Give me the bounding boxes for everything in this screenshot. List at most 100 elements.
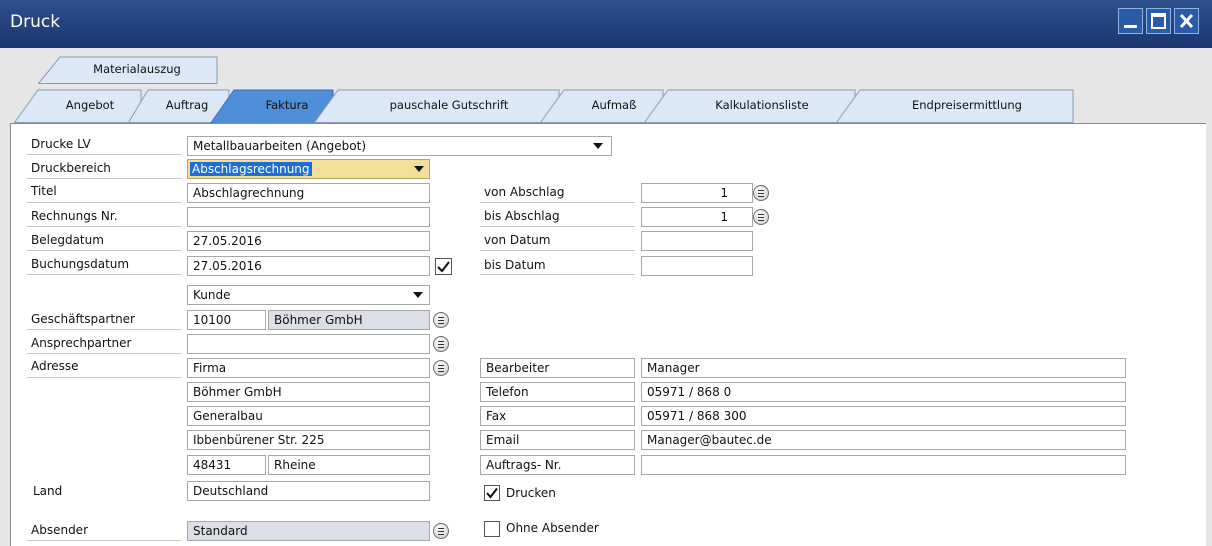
label-row: Buchungsdatum: [27, 254, 182, 275]
maximize-button[interactable]: [1146, 8, 1171, 34]
druckbereich-value: Abschlagsrechnung: [190, 162, 312, 176]
window-title: Druck: [10, 12, 61, 32]
tab-label: Aufmaß: [591, 98, 637, 112]
label-row: von Abschlag: [480, 182, 635, 203]
bearbeiter-label: Bearbeiter: [480, 358, 635, 378]
bis-datum-label: bis Datum: [484, 258, 546, 272]
partner-code-field[interactable]: 10100: [187, 310, 266, 330]
buchungsdatum-field[interactable]: 27.05.2016: [187, 256, 430, 276]
drucke-lv-value: Metallbauarbeiten (Angebot): [193, 139, 367, 153]
adresse-line4-field[interactable]: Ibbenbürener Str. 225: [187, 430, 430, 450]
partner-type-select[interactable]: Kunde: [187, 285, 430, 305]
tab-label: Kalkulationsliste: [715, 98, 809, 112]
tab-label: Endpreisermittlung: [912, 98, 1022, 112]
partner-type-value: Kunde: [193, 288, 231, 302]
label-row: Druckbereich: [27, 158, 182, 179]
tab-label: Angebot: [65, 98, 115, 112]
label-row: bis Datum: [480, 254, 635, 275]
maximize-icon: [1151, 13, 1166, 29]
titel-field[interactable]: Abschlagrechnung: [187, 183, 430, 203]
buchungsdatum-checkbox[interactable]: [435, 258, 452, 275]
label-row: Belegdatum: [27, 230, 182, 251]
ansprechpartner-label: Ansprechpartner: [31, 336, 132, 350]
tab-label: Faktura: [265, 98, 309, 112]
absender-field: Standard: [187, 521, 430, 541]
rechnungs-nr-field[interactable]: [187, 207, 430, 227]
fax-field[interactable]: 05971 / 868 300: [641, 406, 1126, 426]
druckbereich-select[interactable]: Abschlagsrechnung: [187, 159, 430, 179]
tab-label: pauschale Gutschrift: [389, 98, 509, 112]
tab-pauschale-gutschrift[interactable]: pauschale Gutschrift: [314, 89, 560, 123]
rechnungs-nr-label: Rechnungs Nr.: [31, 209, 118, 223]
drucke-lv-select[interactable]: Metallbauarbeiten (Angebot): [187, 136, 612, 156]
tab-label: Materialauszug: [93, 62, 181, 76]
plz-field[interactable]: 48431: [187, 455, 266, 475]
bis-datum-field[interactable]: [641, 256, 753, 276]
druckbereich-label: Druckbereich: [31, 161, 111, 175]
adresse-line2-field[interactable]: Böhmer GmbH: [187, 382, 430, 402]
separator: [27, 540, 182, 541]
close-button[interactable]: [1174, 8, 1199, 34]
checkmark-icon: [437, 261, 450, 273]
buchungsdatum-label: Buchungsdatum: [31, 257, 130, 271]
label-row: Geschäftspartner: [27, 309, 182, 330]
adresse-label: Adresse: [31, 359, 79, 373]
lookup-icon[interactable]: [433, 336, 449, 352]
adresse-line3-field[interactable]: Generalbau: [187, 406, 430, 426]
lookup-icon[interactable]: [753, 209, 769, 225]
dropdown-arrow-icon: [413, 292, 423, 298]
ort-field[interactable]: Rheine: [268, 455, 430, 475]
minimize-button[interactable]: [1118, 8, 1143, 34]
bearbeiter-field[interactable]: Manager: [641, 358, 1126, 378]
bis-abschlag-field[interactable]: 1: [641, 207, 753, 227]
label-row: Rechnungs Nr.: [27, 206, 182, 227]
email-label: Email: [480, 430, 635, 450]
tab-angebot[interactable]: Angebot: [14, 89, 142, 123]
ansprechpartner-field[interactable]: [187, 334, 430, 354]
auftrags-nr-field[interactable]: [641, 455, 1126, 475]
minimize-icon: [1124, 25, 1137, 28]
telefon-label: Telefon: [480, 382, 635, 402]
von-datum-label: von Datum: [484, 233, 551, 247]
lookup-icon[interactable]: [433, 312, 449, 328]
absender-label: Absender: [31, 523, 88, 537]
tab-endpreisermittlung[interactable]: Endpreisermittlung: [836, 89, 1074, 123]
von-datum-field[interactable]: [641, 231, 753, 251]
tab-kalkulationsliste[interactable]: Kalkulationsliste: [644, 89, 856, 123]
email-field[interactable]: Manager@bautec.de: [641, 430, 1126, 450]
belegdatum-field[interactable]: 27.05.2016: [187, 231, 430, 251]
checkmark-icon: [486, 487, 498, 499]
label-row: Adresse: [27, 357, 182, 378]
lookup-icon[interactable]: [433, 360, 449, 376]
window-titlebar: Druck: [0, 0, 1212, 48]
label-row: Titel: [27, 182, 182, 203]
fax-label: Fax: [480, 406, 635, 426]
lookup-icon[interactable]: [753, 185, 769, 201]
tab-label: Auftrag: [165, 98, 209, 112]
dropdown-arrow-icon: [414, 166, 424, 172]
ohne-absender-label: Ohne Absender: [506, 521, 599, 535]
tab-materialauszug[interactable]: Materialauszug: [38, 56, 218, 84]
label-row: Drucke LV: [27, 134, 182, 155]
land-field[interactable]: Deutschland: [187, 481, 430, 501]
label-row: von Datum: [480, 230, 635, 251]
bis-abschlag-label: bis Abschlag: [484, 209, 560, 223]
von-abschlag-label: von Abschlag: [484, 185, 565, 199]
partner-name-field: Böhmer GmbH: [268, 310, 430, 330]
dropdown-arrow-icon: [593, 143, 603, 149]
titel-label: Titel: [31, 184, 57, 198]
drucken-label: Drucken: [506, 486, 556, 500]
drucken-checkbox[interactable]: [484, 485, 500, 501]
von-abschlag-field[interactable]: 1: [641, 183, 753, 203]
ohne-absender-checkbox[interactable]: [484, 521, 500, 537]
label-row: bis Abschlag: [480, 206, 635, 227]
label-row: Ansprechpartner: [27, 333, 182, 354]
close-icon: [1179, 13, 1194, 29]
auftrags-nr-label: Auftrags- Nr.: [480, 455, 635, 475]
drucke-lv-label: Drucke LV: [31, 137, 91, 151]
geschaeftspartner-label: Geschäftspartner: [31, 312, 135, 326]
telefon-field[interactable]: 05971 / 868 0: [641, 382, 1126, 402]
adresse-line1-field[interactable]: Firma: [187, 358, 430, 378]
lookup-icon[interactable]: [433, 523, 449, 539]
belegdatum-label: Belegdatum: [31, 233, 104, 247]
